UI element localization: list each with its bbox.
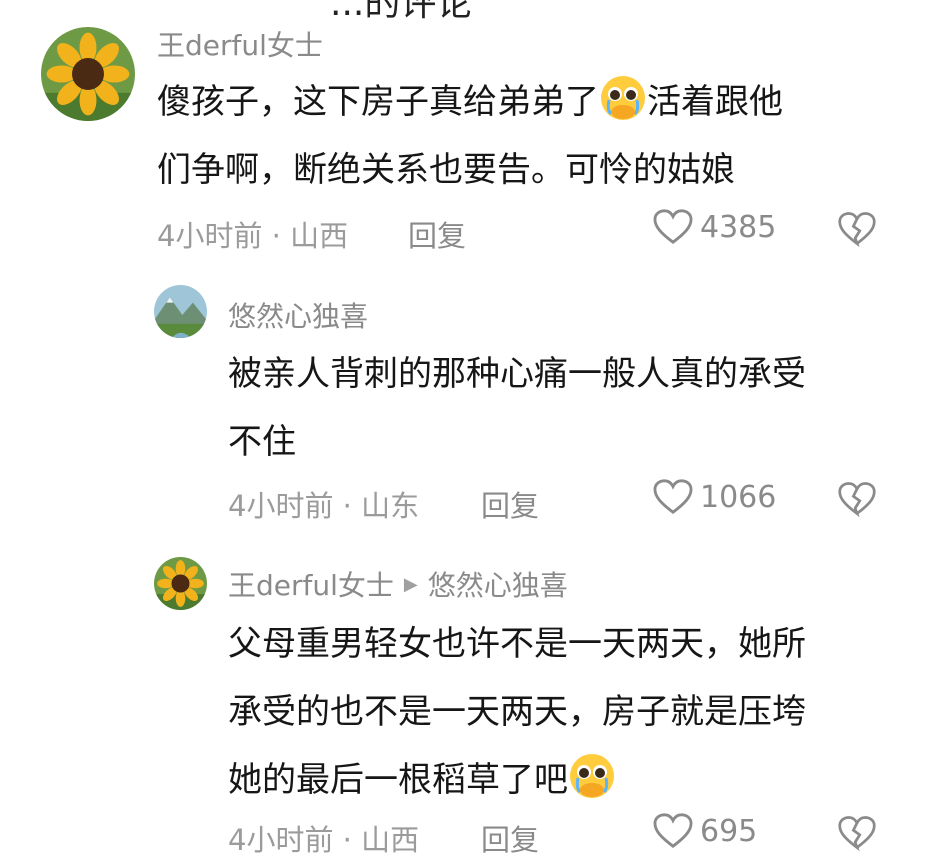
like-count: 695 [700, 813, 758, 849]
sunflower-avatar-icon [41, 27, 135, 121]
landscape-avatar-icon [154, 285, 207, 338]
text-segment: 活着跟他 [647, 82, 783, 122]
pleading-face-emoji-icon [568, 752, 616, 800]
comment-text: 被亲人背刺的那种心痛一般人真的承受 不住 [228, 340, 898, 476]
like-count: 4385 [700, 209, 777, 245]
comment-text-line: 不住 [228, 422, 296, 462]
comment-text-line: 傻孩子，这下房子真给弟弟了 活着跟他 [157, 68, 887, 136]
sunflower-avatar-icon [154, 557, 207, 610]
heart-outline-icon [653, 209, 693, 244]
comment-text-line: 承受的也不是一天两天，房子就是压垮 [228, 692, 806, 732]
broken-heart-icon[interactable] [837, 480, 877, 518]
comment-text-line: 们争啊，断绝关系也要告。可怜的姑娘 [157, 150, 735, 190]
heart-outline-icon [653, 479, 693, 514]
avatar-sunflower[interactable] [41, 27, 135, 121]
time-location: 4小时前 · 山西 [228, 823, 420, 857]
like-count: 1066 [700, 479, 777, 515]
comment-text-line: 被亲人背刺的那种心痛一般人真的承受 [228, 354, 806, 394]
comment-text-line: 她的最后一根稻草了吧 [228, 746, 898, 814]
avatar-landscape[interactable] [154, 285, 207, 338]
comment-text-line: 父母重男轻女也许不是一天两天，她所 [228, 624, 806, 664]
like-button[interactable]: 4385 [652, 208, 776, 246]
author-name: 王derful女士 [228, 569, 394, 602]
heart-outline-icon [653, 813, 693, 848]
reply-button[interactable]: 回复 [481, 817, 539, 859]
reply-button[interactable]: 回复 [408, 213, 466, 255]
reply-button[interactable]: 回复 [481, 483, 539, 525]
broken-heart-icon[interactable] [837, 210, 877, 248]
like-button[interactable]: 695 [652, 812, 757, 850]
comment-author[interactable]: 悠然心独喜 [228, 295, 368, 335]
pleading-face-emoji-icon [599, 74, 647, 122]
text-segment: 她的最后一根稻草了吧 [228, 760, 568, 800]
text-segment: 傻孩子，这下房子真给弟弟了 [157, 82, 599, 122]
comment-author[interactable]: 王derful女士 ▶ 悠然心独喜 [228, 564, 568, 604]
comment-text: 父母重男轻女也许不是一天两天，她所 承受的也不是一天两天，房子就是压垮 她的最后… [228, 610, 898, 814]
avatar-sunflower[interactable] [154, 557, 207, 610]
broken-heart-icon[interactable] [837, 814, 877, 852]
reply-to-name: 悠然心独喜 [427, 569, 568, 602]
time-location: 4小时前 · 山东 [228, 489, 420, 523]
comment-author[interactable]: 王derful女士 [157, 24, 323, 64]
like-button[interactable]: 1066 [652, 478, 776, 516]
reply-arrow-icon: ▶ [403, 573, 418, 595]
comment-text: 傻孩子，这下房子真给弟弟了 活着跟他 们争啊，断绝关系也要告。可怜的姑娘 [157, 68, 887, 204]
author-name: 悠然心独喜 [228, 300, 369, 333]
time-location: 4小时前 · 山西 [157, 219, 349, 253]
author-name: 王derful女士 [157, 29, 323, 62]
header-cut-text: ...的评论 [330, 0, 473, 24]
